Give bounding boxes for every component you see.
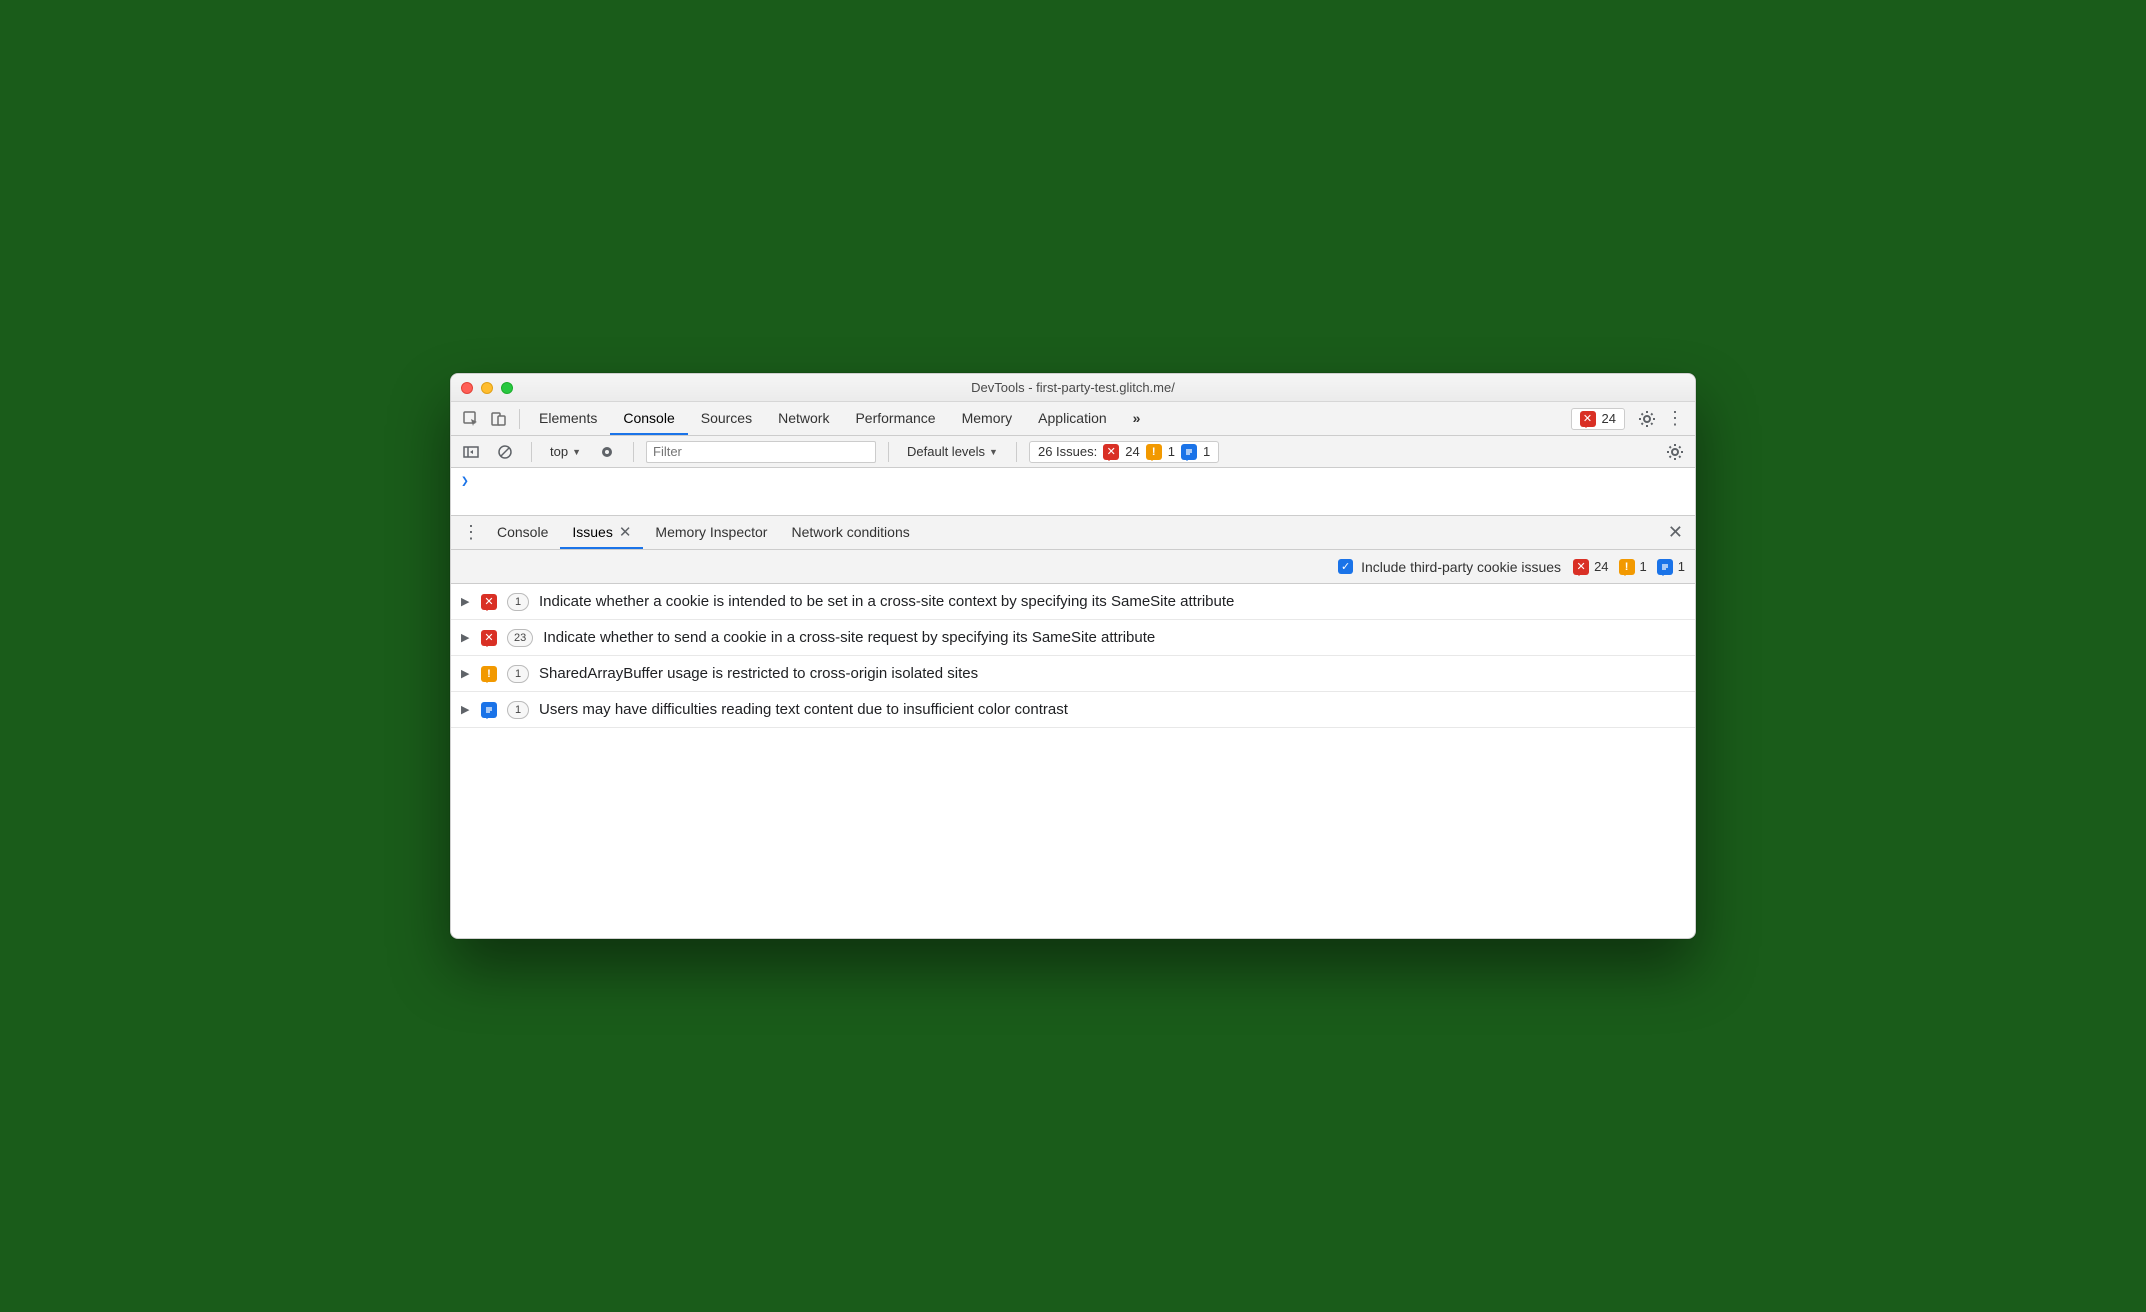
tab-performance[interactable]: Performance — [842, 402, 948, 435]
device-toggle-icon[interactable] — [485, 405, 513, 433]
warning-icon: ! — [1619, 559, 1635, 575]
issue-counters: ✕ 24 ! 1 1 — [1573, 559, 1685, 575]
devtools-window: DevTools - first-party-test.glitch.me/ E… — [450, 373, 1696, 939]
separator — [1016, 442, 1017, 462]
third-party-checkbox[interactable]: ✓ Include third-party cookie issues — [1338, 559, 1561, 575]
info-icon — [1657, 559, 1673, 575]
disclosure-icon[interactable]: ▶ — [461, 667, 471, 680]
drawer-tab-network-conditions[interactable]: Network conditions — [779, 516, 921, 549]
issue-count-pill: 1 — [507, 593, 529, 611]
prompt-icon: ❯ — [461, 474, 469, 489]
issues-summary-button[interactable]: 26 Issues: ✕ 24 ! 1 1 — [1029, 441, 1219, 463]
issue-count-pill: 23 — [507, 629, 533, 647]
issue-title: Users may have difficulties reading text… — [539, 701, 1068, 718]
tab-elements[interactable]: Elements — [526, 402, 610, 435]
drawer-tab-memory-inspector[interactable]: Memory Inspector — [643, 516, 779, 549]
tab-console[interactable]: Console — [610, 402, 687, 435]
error-icon: ✕ — [1573, 559, 1589, 575]
window-title: DevTools - first-party-test.glitch.me/ — [451, 380, 1695, 395]
clear-console-icon[interactable] — [491, 438, 519, 466]
info-icon — [1181, 444, 1197, 460]
filter-input[interactable] — [646, 441, 876, 463]
issues-toolbar: ✓ Include third-party cookie issues ✕ 24… — [451, 550, 1695, 584]
disclosure-icon[interactable]: ▶ — [461, 703, 471, 716]
chevron-down-icon: ▼ — [572, 447, 581, 457]
titlebar: DevTools - first-party-test.glitch.me/ — [451, 374, 1695, 402]
issue-count-pill: 1 — [507, 701, 529, 719]
issue-row[interactable]: ▶ 1 Users may have difficulties reading … — [451, 692, 1695, 728]
issue-title: Indicate whether a cookie is intended to… — [539, 593, 1234, 610]
tab-application[interactable]: Application — [1025, 402, 1120, 435]
tab-memory[interactable]: Memory — [949, 402, 1026, 435]
error-icon: ✕ — [481, 630, 497, 646]
separator — [633, 442, 634, 462]
disclosure-icon[interactable]: ▶ — [461, 595, 471, 608]
log-levels-selector[interactable]: Default levels ▼ — [901, 444, 1004, 459]
separator — [531, 442, 532, 462]
context-selector[interactable]: top ▼ — [544, 442, 587, 461]
more-menu-icon[interactable]: ⋮ — [1661, 405, 1689, 433]
console-toolbar: top ▼ Default levels ▼ 26 Issues: ✕ 24 !… — [451, 436, 1695, 468]
issues-list: ▶ ✕ 1 Indicate whether a cookie is inten… — [451, 584, 1695, 728]
separator — [888, 442, 889, 462]
settings-icon[interactable] — [1633, 405, 1661, 433]
issue-count-pill: 1 — [507, 665, 529, 683]
chevron-down-icon: ▼ — [989, 447, 998, 457]
warning-icon: ! — [1146, 444, 1162, 460]
close-tab-icon[interactable]: ✕ — [619, 523, 632, 541]
empty-space — [451, 728, 1695, 938]
main-tabstrip: Elements Console Sources Network Perform… — [451, 402, 1695, 436]
console-settings-icon[interactable] — [1661, 438, 1689, 466]
sidebar-toggle-icon[interactable] — [457, 438, 485, 466]
checkbox-icon: ✓ — [1338, 559, 1353, 574]
drawer-more-icon[interactable]: ⋮ — [457, 519, 485, 547]
main-tabs: Elements Console Sources Network Perform… — [526, 402, 1153, 435]
drawer-tab-issues[interactable]: Issues ✕ — [560, 516, 643, 549]
tab-network[interactable]: Network — [765, 402, 842, 435]
more-tabs-button[interactable]: » — [1120, 402, 1154, 435]
console-input-area[interactable]: ❯ — [451, 468, 1695, 516]
issue-row[interactable]: ▶ ✕ 1 Indicate whether a cookie is inten… — [451, 584, 1695, 620]
issue-title: SharedArrayBuffer usage is restricted to… — [539, 665, 978, 682]
error-icon: ✕ — [481, 594, 497, 610]
issue-row[interactable]: ▶ ! 1 SharedArrayBuffer usage is restric… — [451, 656, 1695, 692]
warning-icon: ! — [481, 666, 497, 682]
tab-sources[interactable]: Sources — [688, 402, 765, 435]
drawer-tabstrip: ⋮ Console Issues ✕ Memory Inspector Netw… — [451, 516, 1695, 550]
live-expression-icon[interactable] — [593, 438, 621, 466]
warnings-counter[interactable]: ! 1 — [1619, 559, 1647, 575]
issue-row[interactable]: ▶ ✕ 23 Indicate whether to send a cookie… — [451, 620, 1695, 656]
error-icon: ✕ — [1580, 411, 1596, 427]
disclosure-icon[interactable]: ▶ — [461, 631, 471, 644]
info-icon — [481, 702, 497, 718]
drawer-tab-console[interactable]: Console — [485, 516, 560, 549]
error-count: 24 — [1602, 411, 1616, 426]
errors-counter[interactable]: ✕ 24 — [1573, 559, 1608, 575]
info-counter[interactable]: 1 — [1657, 559, 1685, 575]
close-drawer-icon[interactable]: ✕ — [1662, 522, 1689, 543]
issue-title: Indicate whether to send a cookie in a c… — [543, 629, 1155, 646]
error-count-badge[interactable]: ✕ 24 — [1571, 408, 1625, 430]
error-icon: ✕ — [1103, 444, 1119, 460]
separator — [519, 409, 520, 429]
inspect-element-icon[interactable] — [457, 405, 485, 433]
